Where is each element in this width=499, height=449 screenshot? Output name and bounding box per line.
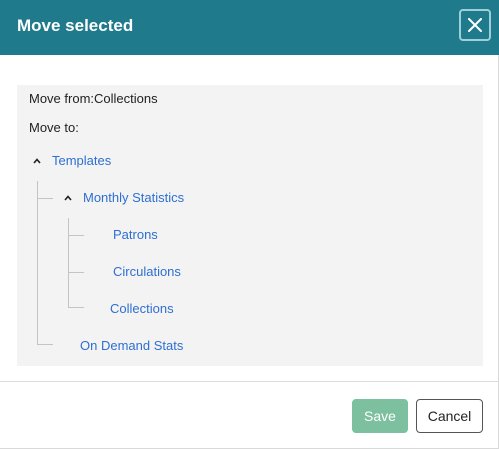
tree-item-monthly-statistics[interactable]: Monthly Statistics	[83, 190, 184, 206]
tree-connector-collections	[68, 307, 84, 308]
cancel-button[interactable]: Cancel	[416, 399, 483, 433]
tree-connector-monthly-children	[68, 218, 69, 307]
footer-divider	[0, 381, 499, 382]
tree-connector-patrons	[68, 235, 84, 236]
tree-connector-monthly	[37, 198, 53, 199]
chevron-up-icon[interactable]	[62, 192, 74, 204]
tree-item-templates[interactable]: Templates	[52, 153, 111, 169]
dialog-title: Move selected	[17, 16, 134, 35]
dialog-header: Move selected	[0, 0, 499, 55]
move-selected-dialog: Move selected Move from:Collections Move…	[0, 0, 499, 449]
tree-item-collections[interactable]: Collections	[110, 301, 174, 317]
chevron-up-icon[interactable]	[31, 155, 43, 167]
tree-item-on-demand-stats[interactable]: On Demand Stats	[80, 338, 183, 354]
save-button[interactable]: Save	[352, 399, 408, 433]
close-button[interactable]	[459, 9, 491, 41]
tree-item-circulations[interactable]: Circulations	[113, 264, 181, 280]
tree-connector-on-demand	[37, 344, 53, 345]
tree-item-patrons[interactable]: Patrons	[113, 227, 158, 243]
tree-connector-root	[37, 181, 38, 344]
close-icon	[468, 18, 482, 32]
move-from-text: Move from:Collections	[29, 91, 158, 106]
tree-connector-circulations	[68, 272, 84, 273]
move-to-label: Move to:	[29, 120, 79, 135]
move-panel: Move from:Collections Move to: Templates…	[17, 85, 483, 366]
